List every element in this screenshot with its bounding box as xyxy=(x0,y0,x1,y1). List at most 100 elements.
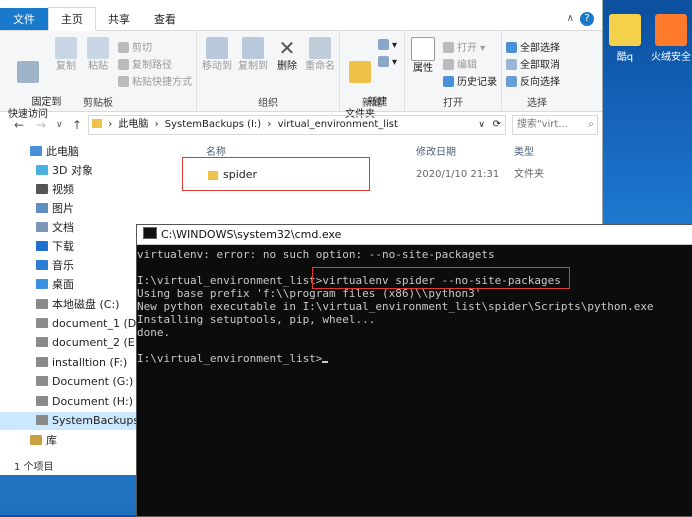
breadcrumb-drive[interactable]: SystemBackups (I:) xyxy=(165,116,261,134)
highlight-box-folder xyxy=(182,157,370,191)
highlight-box-command xyxy=(312,267,570,289)
select-none-button[interactable]: 全部取消 xyxy=(506,56,560,71)
paste-button[interactable]: 粘贴 xyxy=(84,37,112,73)
rename-icon xyxy=(309,37,331,59)
address-dropdown-icon[interactable]: ∨ xyxy=(478,116,485,134)
address-row: ← → ∨ ↑ › 此电脑 › SystemBackups (I:) › vir… xyxy=(0,114,602,136)
address-bar[interactable]: › 此电脑 › SystemBackups (I:) › virtual_env… xyxy=(88,115,506,135)
edit-icon xyxy=(443,59,454,70)
up-arrow-icon[interactable]: ↑ xyxy=(72,118,82,132)
cmd-line: virtualenv: error: no such option: --no-… xyxy=(137,248,692,261)
nav-item-icon xyxy=(36,337,48,347)
history-button[interactable]: 历史记录 xyxy=(443,73,497,88)
nav-item-label: 下载 xyxy=(52,240,74,253)
forward-arrow-icon[interactable]: → xyxy=(36,118,46,132)
column-header-type[interactable]: 类型 xyxy=(514,143,534,158)
desktop-icon-huorong[interactable]: 火绒安全 xyxy=(646,14,692,63)
nav-item[interactable]: 视频 xyxy=(0,181,178,199)
nav-item-icon xyxy=(36,376,48,386)
nav-item-icon xyxy=(36,318,48,328)
properties-button[interactable]: 属性 xyxy=(409,37,437,75)
select-all-icon xyxy=(506,42,517,53)
delete-button[interactable]: ✕ 删除 xyxy=(273,37,301,73)
ribbon-collapse-icon[interactable]: ∧ xyxy=(567,13,574,24)
group-label-new: 新建 xyxy=(362,98,382,109)
nav-item-icon xyxy=(36,222,48,232)
easy-access-button[interactable]: ▾ xyxy=(378,56,397,68)
invert-selection-icon xyxy=(506,76,517,87)
kuq-icon xyxy=(609,14,641,46)
copy-path-button[interactable]: 复制路径 xyxy=(118,56,172,71)
refresh-icon[interactable]: ⟳ xyxy=(493,116,501,134)
nav-item-icon xyxy=(36,357,48,367)
nav-item-icon xyxy=(36,184,48,194)
help-icon[interactable]: ? xyxy=(580,12,594,26)
paste-shortcut-icon xyxy=(118,76,129,87)
cut-button[interactable]: 剪切 xyxy=(118,39,152,54)
search-box[interactable]: 搜索"virt... ⌕ xyxy=(512,115,598,135)
address-folder-icon xyxy=(92,119,102,128)
cmd-line xyxy=(137,339,692,352)
nav-item-label: 图片 xyxy=(52,202,74,215)
open-button[interactable]: 打开 ▾ xyxy=(443,39,485,54)
cmd-cursor xyxy=(322,361,329,363)
nav-item-icon xyxy=(36,203,48,213)
nav-item-label: document_2 (E:) xyxy=(52,336,143,349)
back-arrow-icon[interactable]: ← xyxy=(14,118,24,132)
nav-item-label: Document (G:) xyxy=(52,375,134,388)
copy-to-icon xyxy=(242,37,264,59)
nav-item-icon xyxy=(30,146,42,156)
nav-item-icon xyxy=(36,279,48,289)
nav-item-label: 此电脑 xyxy=(46,145,79,158)
nav-item-label: 3D 对象 xyxy=(52,164,93,177)
cmd-icon xyxy=(143,227,157,239)
easy-access-icon xyxy=(378,56,389,67)
copy-button[interactable]: 复制 xyxy=(52,37,80,73)
history-icon xyxy=(443,76,454,87)
nav-item-icon xyxy=(30,435,42,445)
cmd-output[interactable]: virtualenv: error: no such option: --no-… xyxy=(137,245,692,365)
new-item-button[interactable]: ▾ xyxy=(378,39,397,51)
nav-item-icon xyxy=(36,165,48,175)
cmd-line-text: Installing setuptools, pip, wheel... xyxy=(137,313,376,326)
nav-item-label: 文档 xyxy=(52,221,74,234)
delete-icon: ✕ xyxy=(278,36,296,60)
group-organize: 移动到 复制到 ✕ 删除 重命名 组织 xyxy=(197,31,340,111)
column-header-name[interactable]: 名称 xyxy=(206,143,226,158)
group-select: 全部选择 全部取消 反向选择 选择 xyxy=(502,31,572,111)
tab-home[interactable]: 主页 xyxy=(48,7,96,31)
tab-file[interactable]: 文件 xyxy=(0,8,48,30)
move-to-button[interactable]: 移动到 xyxy=(199,37,235,73)
column-header-modified[interactable]: 修改日期 xyxy=(416,143,456,158)
nav-item[interactable]: 此电脑 xyxy=(0,143,178,161)
group-label-select: 选择 xyxy=(527,98,547,109)
group-open: 属性 打开 ▾ 编辑 历史记录 打开 xyxy=(405,31,502,111)
tab-view[interactable]: 查看 xyxy=(142,8,188,30)
paste-icon xyxy=(87,37,109,59)
recent-dropdown-icon[interactable]: ∨ xyxy=(56,120,63,130)
rename-button[interactable]: 重命名 xyxy=(303,37,337,73)
invert-selection-button[interactable]: 反向选择 xyxy=(506,73,560,88)
huorong-icon xyxy=(655,14,687,46)
edit-button[interactable]: 编辑 xyxy=(443,56,477,71)
breadcrumb-this-pc[interactable]: 此电脑 xyxy=(118,116,148,134)
ribbon-tabs: 文件 主页 共享 查看 xyxy=(0,7,602,31)
select-all-button[interactable]: 全部选择 xyxy=(506,39,560,54)
desktop-icon-kuq[interactable]: 酷q xyxy=(600,14,650,63)
cmd-title: C:\WINDOWS\system32\cmd.exe xyxy=(161,228,342,241)
desktop-icon-label: 酷q xyxy=(616,52,634,63)
tab-share[interactable]: 共享 xyxy=(96,8,142,30)
cmd-line-text: done. xyxy=(137,326,171,339)
cmd-title-bar[interactable]: C:\WINDOWS\system32\cmd.exe xyxy=(137,225,692,245)
search-icon: ⌕ xyxy=(588,119,594,130)
desktop-icon-label: 火绒安全 xyxy=(651,52,691,63)
nav-item-icon xyxy=(36,299,48,309)
nav-item-label: installtion (F:) xyxy=(52,356,128,369)
nav-item[interactable]: 3D 对象 xyxy=(0,162,178,180)
nav-item[interactable]: 图片 xyxy=(0,200,178,218)
new-folder-icon xyxy=(349,61,371,83)
cmd-line: I:\virtual_environment_list> xyxy=(137,352,692,365)
breadcrumb-folder[interactable]: virtual_environment_list xyxy=(278,116,398,134)
copy-to-button[interactable]: 复制到 xyxy=(235,37,271,73)
paste-shortcut-button[interactable]: 粘贴快捷方式 xyxy=(118,73,192,88)
